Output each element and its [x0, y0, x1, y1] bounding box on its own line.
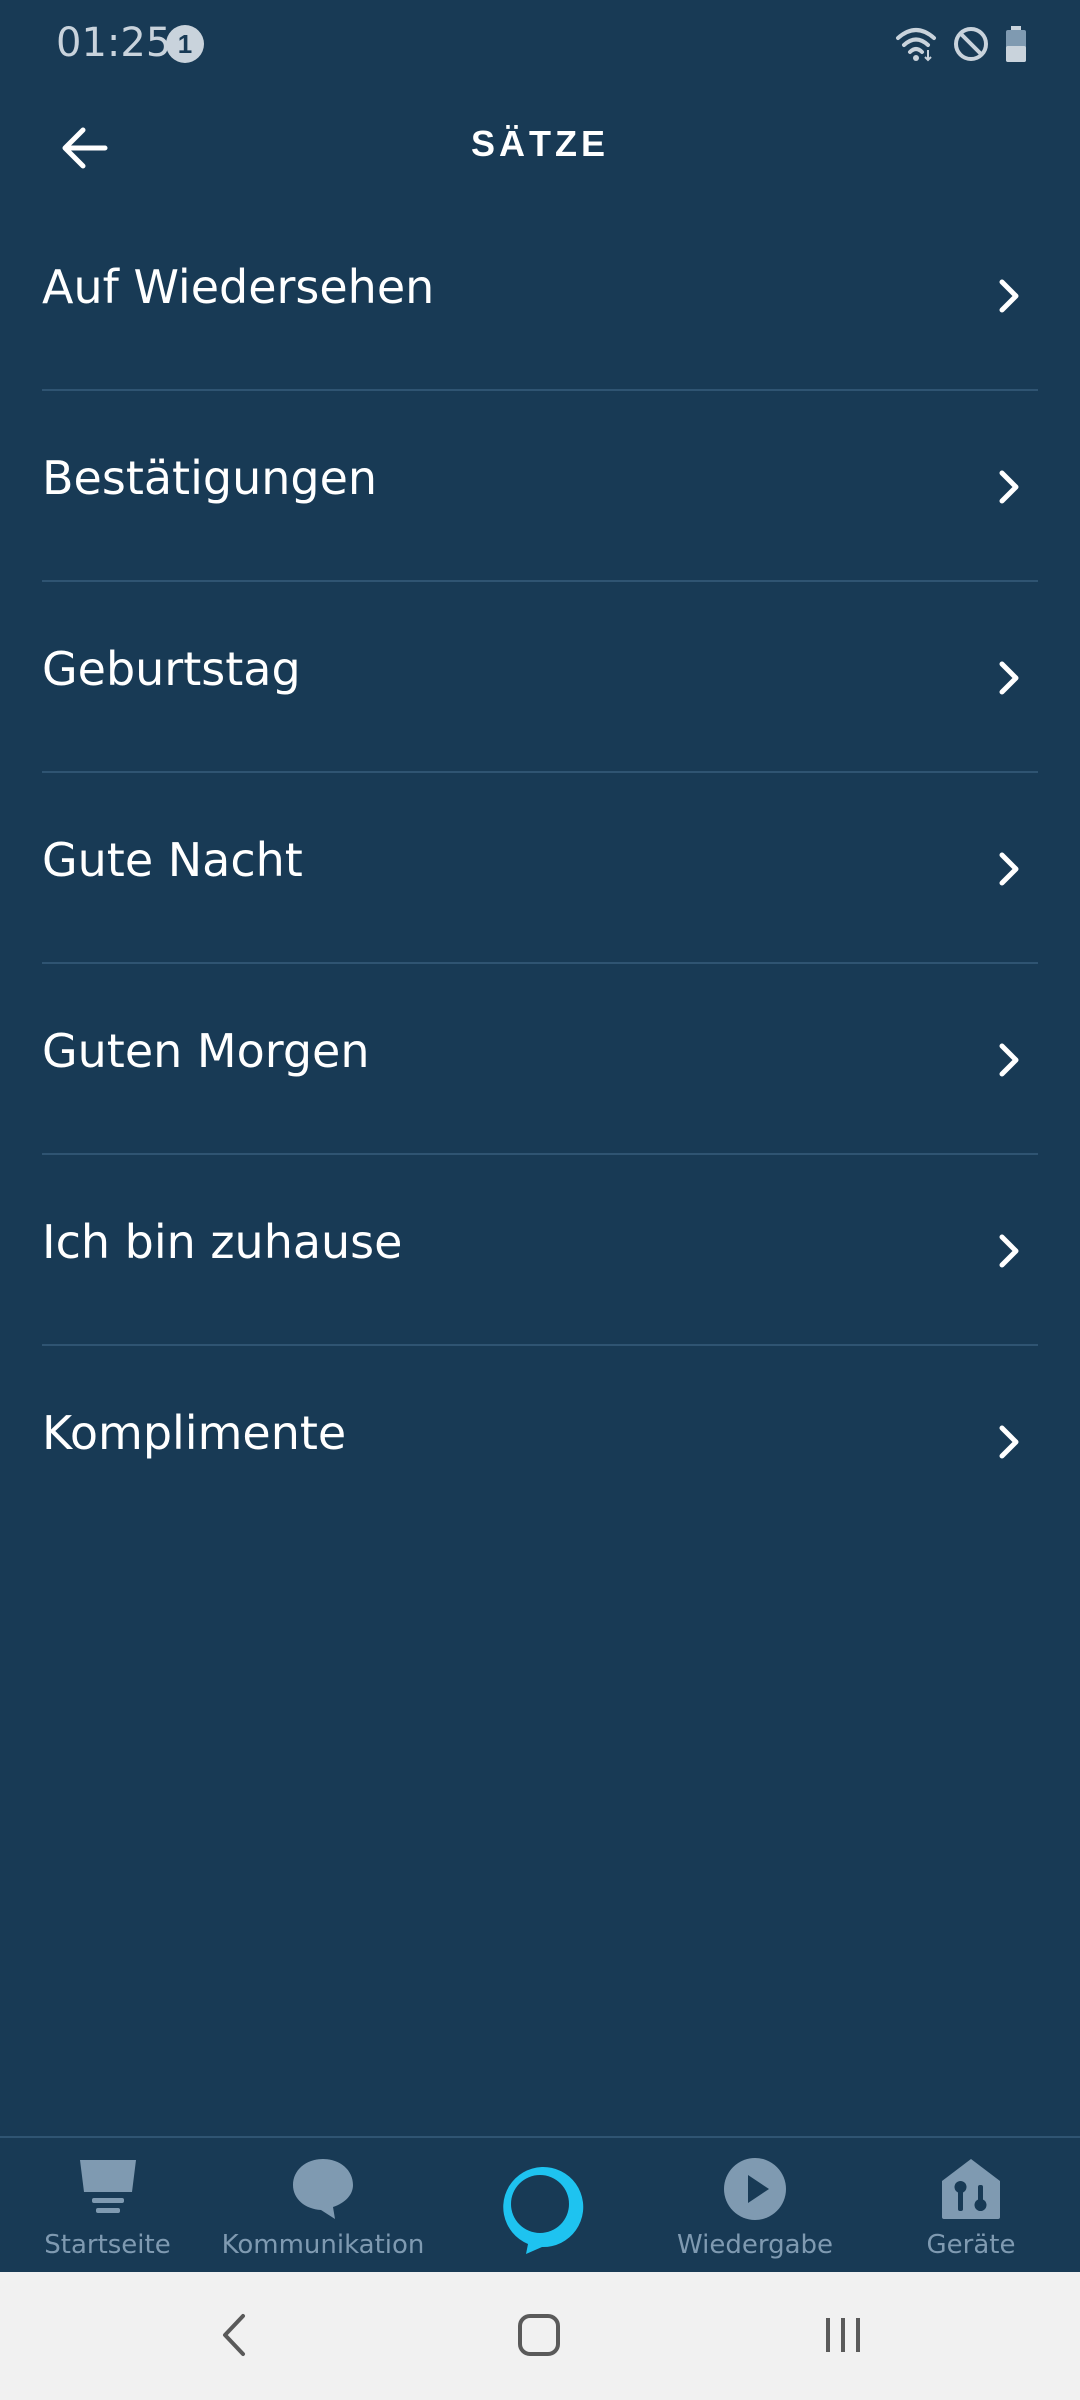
status-time: 01:25	[56, 20, 172, 66]
list-item-label: Geburtstag	[42, 642, 301, 696]
list-item-label: Ich bin zuhause	[42, 1215, 403, 1269]
list-item[interactable]: Ich bin zuhause	[42, 1155, 1038, 1346]
wifi-icon	[894, 24, 938, 69]
list-item-label: Bestätigungen	[42, 451, 378, 505]
chevron-right-icon	[994, 656, 1024, 700]
list-item-label: Guten Morgen	[42, 1024, 370, 1078]
system-recents-button[interactable]	[808, 2302, 878, 2372]
list-item[interactable]: Gute Nacht	[42, 773, 1038, 964]
list-item[interactable]: Bestätigungen	[42, 391, 1038, 582]
notification-badge: 1	[166, 25, 204, 63]
smart-home-icon	[940, 2156, 1002, 2222]
recents-icon	[818, 2310, 868, 2365]
list-item[interactable]: Auf Wiedersehen	[42, 200, 1038, 391]
do-not-disturb-icon	[952, 25, 990, 68]
nav-item-wiedergabe[interactable]: Wiedergabe	[670, 2138, 840, 2272]
list-item-label: Komplimente	[42, 1406, 347, 1460]
nav-item-startseite[interactable]: Startseite	[30, 2138, 185, 2272]
home-icon	[514, 2310, 564, 2365]
list-item[interactable]: Geburtstag	[42, 582, 1038, 773]
nav-item-geraete[interactable]: Geräte	[900, 2138, 1042, 2272]
chat-bubble-icon	[291, 2156, 355, 2222]
back-icon	[215, 2310, 255, 2365]
list-item[interactable]: Komplimente	[42, 1346, 1038, 1537]
chevron-right-icon	[994, 274, 1024, 318]
alexa-ring-icon	[490, 2167, 590, 2260]
home-icon	[78, 2156, 138, 2222]
nav-label: Wiedergabe	[676, 2230, 834, 2260]
nav-item-kommunikation[interactable]: Kommunikation	[218, 2138, 428, 2272]
phrase-category-list: Auf Wiedersehen Bestätigungen Geburtstag…	[0, 200, 1080, 1537]
alexa-button[interactable]	[490, 2156, 590, 2256]
list-item[interactable]: Guten Morgen	[42, 964, 1038, 1155]
system-nav-bar	[0, 2272, 1080, 2400]
status-icons	[894, 24, 1028, 68]
nav-label: Startseite	[44, 2230, 171, 2260]
chevron-right-icon	[994, 1229, 1024, 1273]
battery-icon	[1004, 24, 1028, 69]
status-bar: 01:25 1	[0, 0, 1080, 90]
nav-label: Kommunikation	[221, 2230, 425, 2260]
chevron-right-icon	[994, 1420, 1024, 1464]
play-icon	[723, 2156, 787, 2222]
chevron-right-icon	[994, 1038, 1024, 1082]
list-item-label: Gute Nacht	[42, 833, 303, 887]
list-item-label: Auf Wiedersehen	[42, 260, 435, 314]
bottom-nav: Startseite Kommunikation Wiedergabe Gerä…	[0, 2136, 1080, 2272]
nav-label: Geräte	[926, 2230, 1016, 2260]
header: SÄTZE	[0, 95, 1080, 205]
chevron-right-icon	[994, 847, 1024, 891]
system-back-button[interactable]	[200, 2302, 270, 2372]
chevron-right-icon	[994, 465, 1024, 509]
system-home-button[interactable]	[504, 2302, 574, 2372]
page-title: SÄTZE	[470, 123, 609, 164]
